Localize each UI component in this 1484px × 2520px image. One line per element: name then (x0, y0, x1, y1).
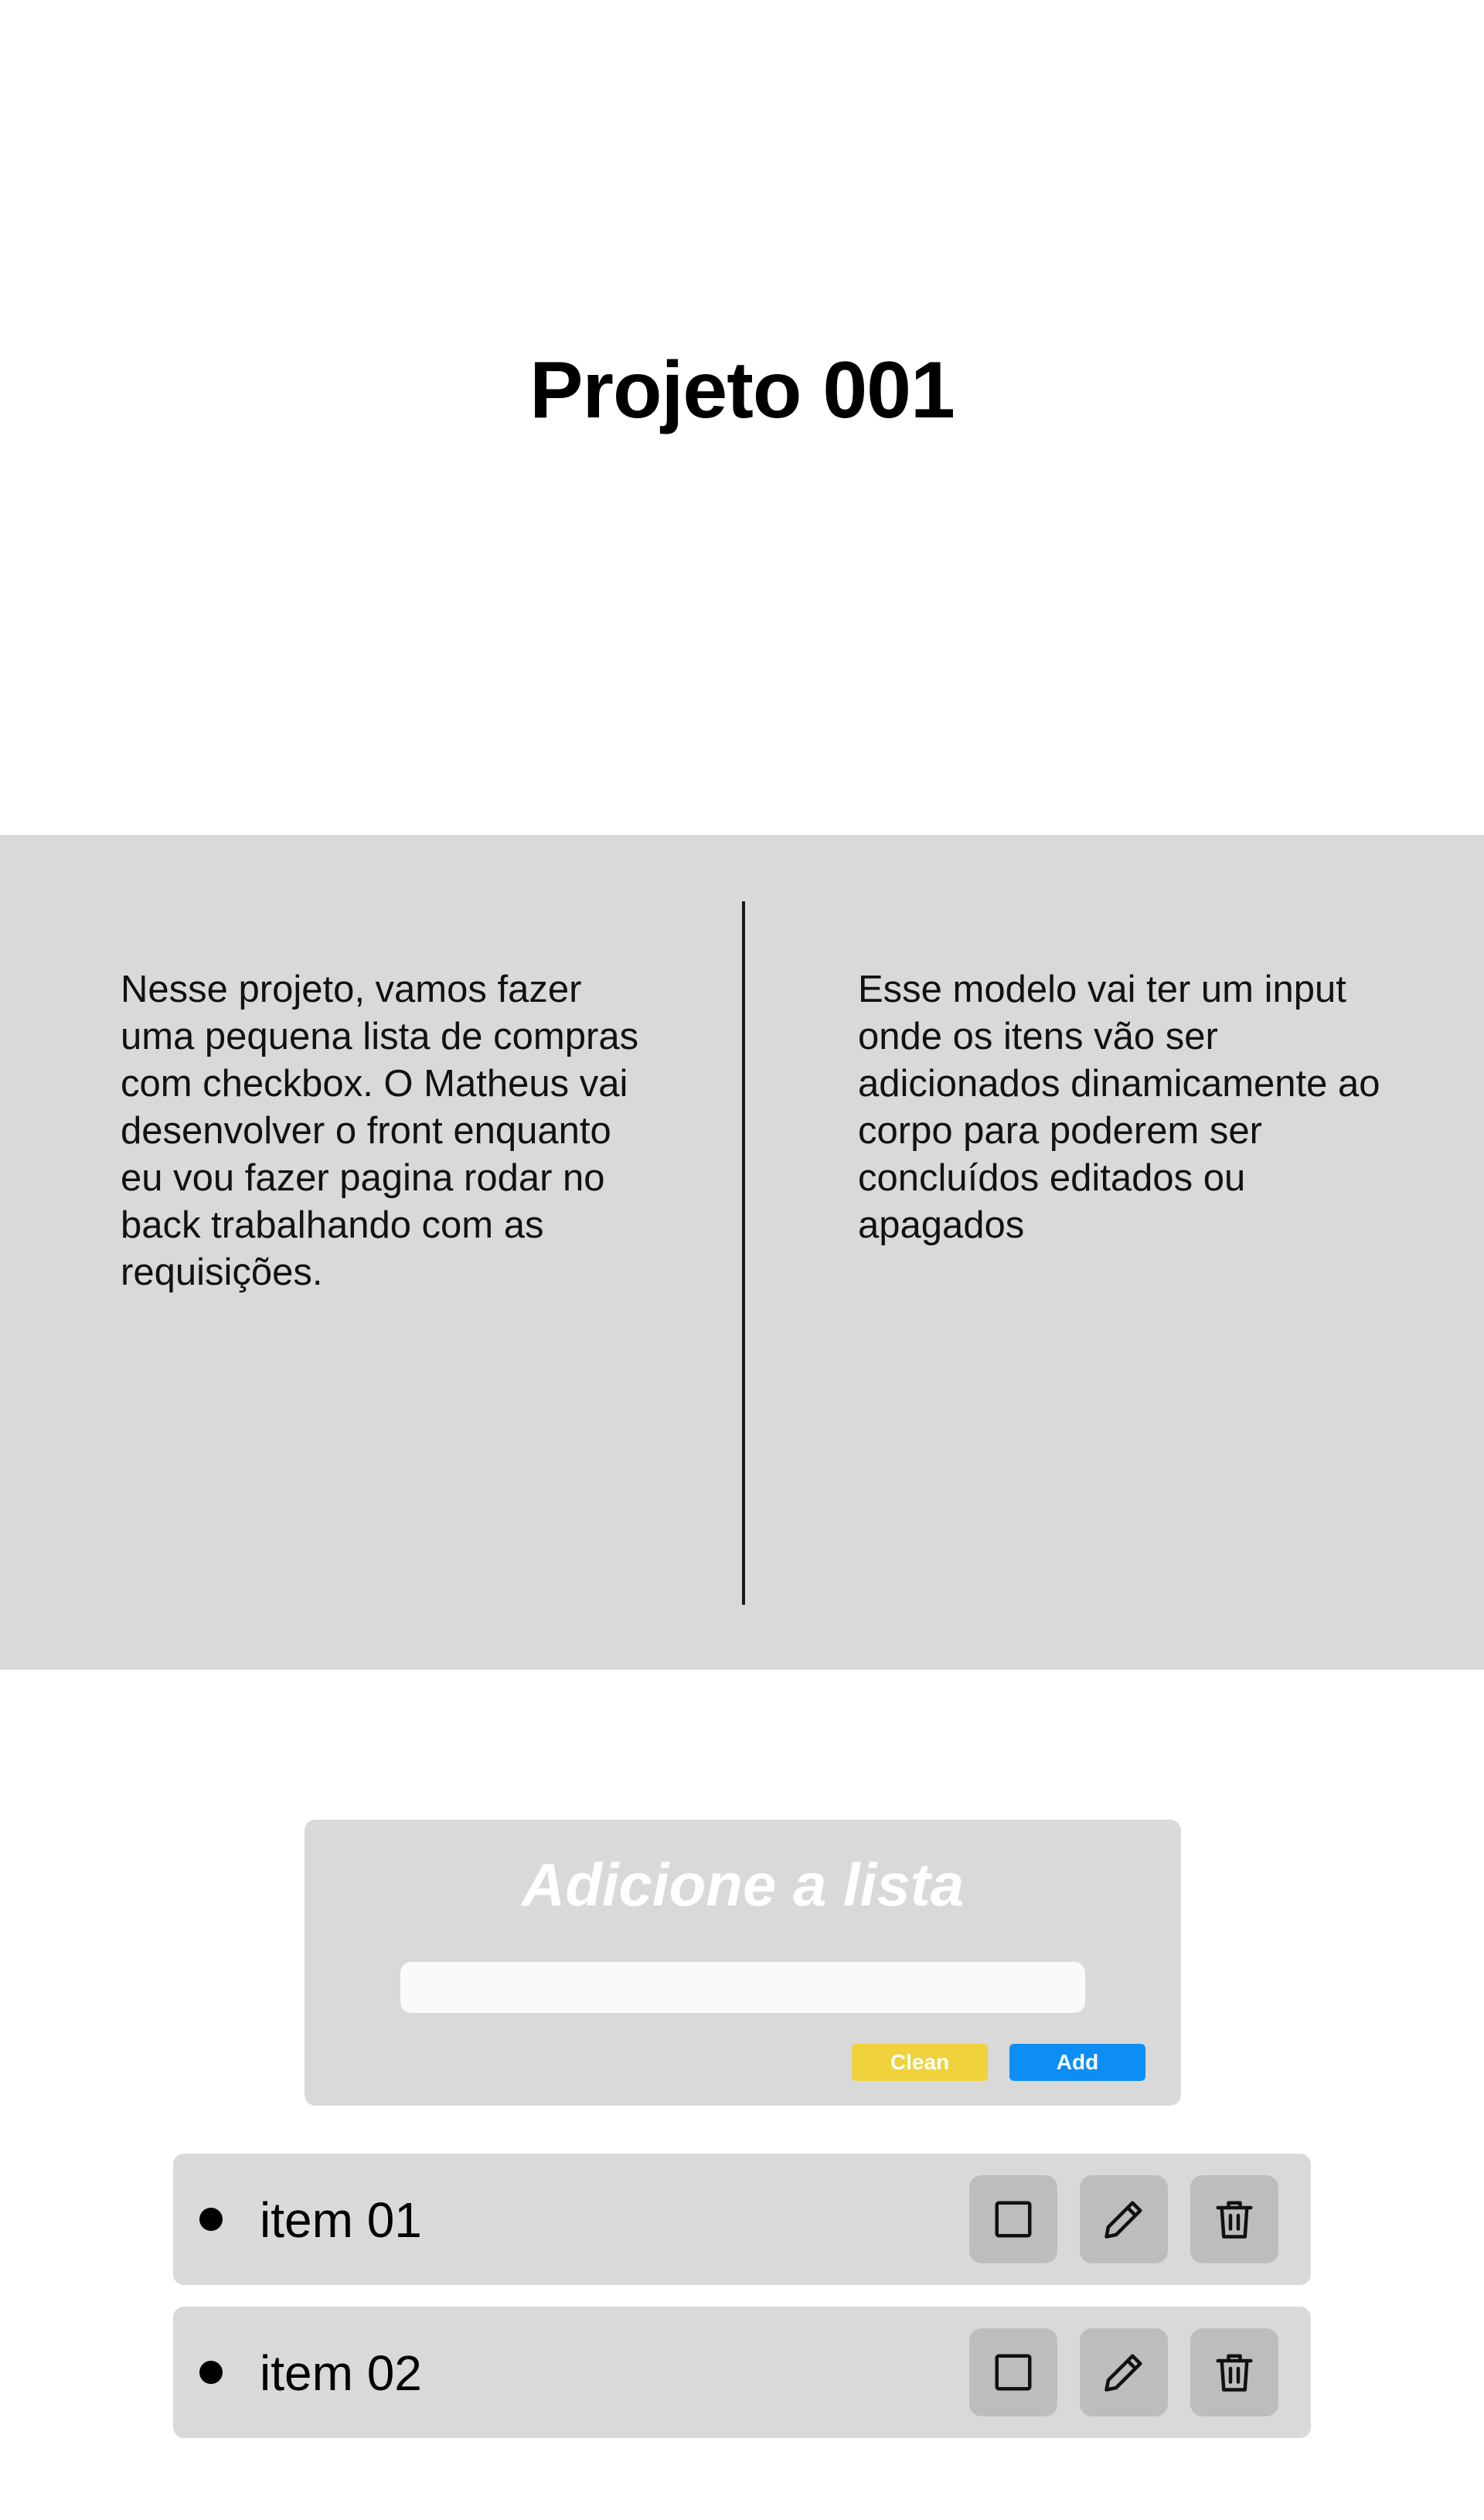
list-item: item 01 (173, 2154, 1311, 2285)
info-right-text: Esse modelo vai ter um input onde os ite… (858, 969, 1380, 1246)
add-button[interactable]: Add (1009, 2044, 1145, 2081)
delete-item-button[interactable] (1190, 2175, 1278, 2263)
add-item-input[interactable] (400, 1962, 1085, 2013)
info-divider (742, 901, 745, 1605)
trash-icon (1216, 2201, 1253, 2239)
list-item-label: item 01 (260, 2192, 422, 2248)
pencil-icon (1104, 2201, 1142, 2239)
delete-item-button[interactable] (1190, 2328, 1278, 2416)
complete-item-button[interactable] (969, 2328, 1057, 2416)
bullet-icon (199, 2208, 223, 2231)
trash-icon (1216, 2354, 1253, 2392)
edit-item-button[interactable] (1080, 2328, 1168, 2416)
edit-item-button[interactable] (1080, 2175, 1168, 2263)
info-section: Nesse projeto, vamos fazer uma pequena l… (0, 835, 1484, 1670)
bullet-icon (199, 2361, 223, 2384)
page-title: Projeto 001 (529, 346, 955, 435)
info-left-text: Nesse projeto, vamos fazer uma pequena l… (121, 969, 639, 1293)
add-to-list-card: Adicione a lista Clean Add (305, 1820, 1181, 2106)
add-card-title: Adicione a lista (521, 1851, 965, 1919)
square-checkbox-icon (995, 2354, 1032, 2391)
list-item: item 02 (173, 2307, 1311, 2438)
clean-button[interactable]: Clean (852, 2044, 988, 2081)
pencil-icon (1104, 2354, 1142, 2392)
complete-item-button[interactable] (969, 2175, 1057, 2263)
list-item-label: item 02 (260, 2345, 422, 2401)
square-checkbox-icon (995, 2201, 1032, 2238)
